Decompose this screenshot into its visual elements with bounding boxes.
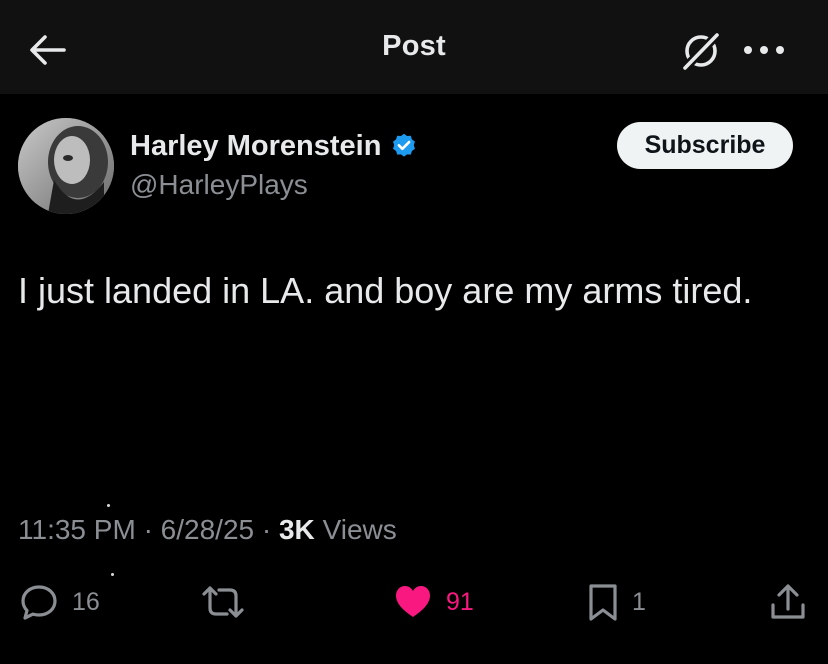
bookmark-icon: [589, 584, 617, 621]
artifact-speck: [107, 504, 110, 507]
like-count: 91: [446, 587, 474, 616]
avatar[interactable]: [18, 118, 114, 214]
repost-button[interactable]: [200, 578, 258, 626]
verified-badge-icon: [389, 131, 419, 161]
share-icon: [771, 584, 805, 619]
avatar-icon: [18, 118, 114, 214]
reply-icon: [21, 585, 57, 620]
share-button[interactable]: [768, 578, 808, 626]
author-handle[interactable]: @HarleyPlays: [130, 169, 308, 201]
views-count[interactable]: 3K: [279, 514, 315, 545]
more-horizontal-icon: [744, 46, 784, 54]
bookmark-button[interactable]: 1: [586, 578, 646, 626]
post-text: I just landed in LA. and boy are my arms…: [18, 270, 753, 311]
top-bar: Post: [0, 0, 828, 94]
post-date: 6/28/25: [160, 514, 255, 545]
action-bar: 16 91 1: [0, 578, 828, 626]
grok-button[interactable]: [676, 26, 726, 76]
author-name-row: Harley Morenstein: [130, 128, 419, 164]
post-meta: 11:35 PM · 6/28/25 · 3K Views: [18, 514, 397, 546]
more-options-button[interactable]: [736, 30, 792, 70]
like-button[interactable]: 91: [392, 578, 474, 626]
repost-icon: [202, 586, 244, 618]
views-label: Views: [322, 514, 397, 545]
reply-button[interactable]: 16: [18, 578, 100, 626]
reply-count: 16: [72, 587, 100, 616]
grok-icon: [679, 29, 723, 74]
artifact-speck: [111, 573, 114, 576]
meta-separator: ·: [143, 514, 153, 545]
subscribe-button[interactable]: Subscribe: [617, 122, 793, 169]
bookmark-count: 1: [632, 587, 646, 616]
heart-icon: [396, 586, 430, 617]
meta-separator: ·: [261, 514, 272, 545]
author-display-name[interactable]: Harley Morenstein: [130, 130, 381, 163]
post-time: 11:35 PM: [18, 514, 136, 545]
